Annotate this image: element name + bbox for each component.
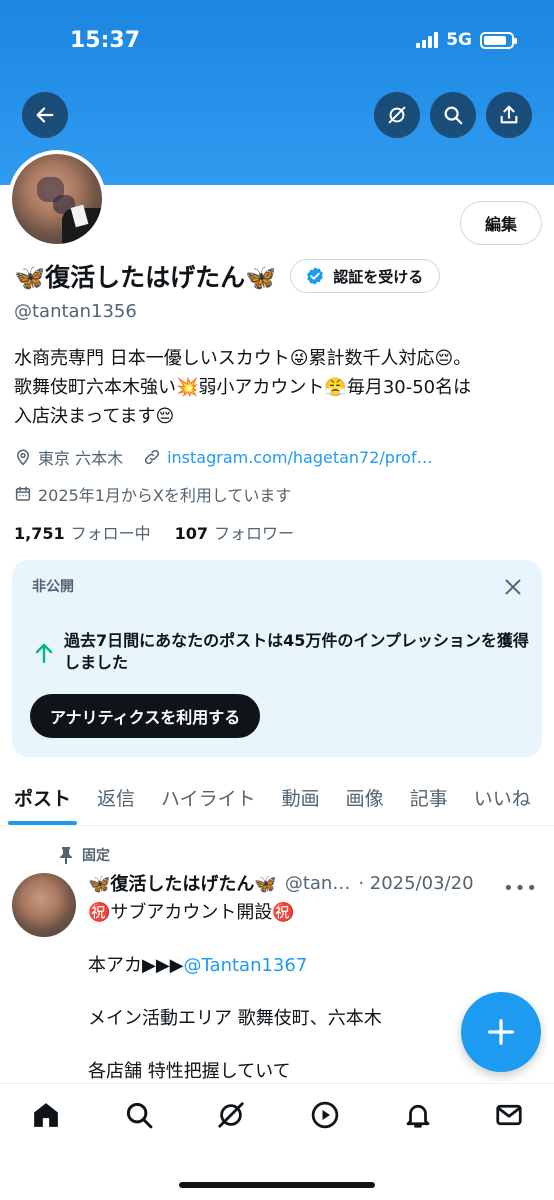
grok-icon[interactable] — [216, 1100, 246, 1130]
followers-label: フォロワー — [214, 524, 295, 543]
profile-tabs: ポスト 返信 ハイライト 動画 画像 記事 いいね — [0, 770, 554, 826]
link-icon — [145, 449, 160, 465]
follow-stats: 1,751 フォロー中 107 フォロワー — [14, 520, 294, 544]
bio-line: 水商売専門 日本一優しいスカウト😜累計数千人対応😔。 — [14, 348, 472, 369]
profile-handle: @tantan1356 — [14, 301, 137, 322]
arrow-left-icon — [36, 107, 54, 123]
following-label: フォロー中 — [70, 524, 151, 543]
grok-icon — [388, 106, 406, 124]
bottom-navigation — [0, 1083, 554, 1200]
verified-badge-icon — [307, 267, 324, 285]
arrow-up-icon — [35, 643, 53, 664]
followers-count: 107 — [174, 524, 209, 543]
name-row: 🦋復活したはげたん🦋 認証を受ける — [14, 258, 441, 294]
post-line: ㊗️サブアカウント開設㊗️ — [88, 902, 295, 923]
compose-post-button[interactable] — [461, 992, 541, 1072]
followers-link[interactable]: 107 フォロワー — [175, 520, 294, 544]
profile-bio: 水商売専門 日本一優しいスカウト😜累計数千人対応😔。 歌舞伎町六本木強い💥弱小ア… — [14, 344, 544, 431]
video-icon[interactable] — [310, 1100, 340, 1130]
pin-icon — [60, 847, 72, 864]
post-author-handle[interactable]: @tan… — [285, 873, 351, 894]
profile-website-link[interactable]: instagram.com/hagetan72/prof… — [167, 448, 433, 467]
post-author-name[interactable]: 🦋復活したはげたん🦋 — [88, 870, 277, 896]
bio-line: 入店決まってます😔 — [14, 406, 175, 427]
analytics-button[interactable]: アナリティクスを利用する — [30, 694, 261, 738]
post-date[interactable]: · 2025/03/20 — [358, 873, 473, 894]
tab-highlights[interactable]: ハイライト — [161, 770, 256, 825]
home-icon[interactable] — [31, 1100, 61, 1130]
profile-meta-row: 東京 六本木 instagram.com/hagetan72/prof… — [14, 445, 433, 469]
get-verified-button[interactable]: 認証を受ける — [290, 259, 441, 293]
tab-articles[interactable]: 記事 — [410, 770, 448, 825]
get-verified-label: 認証を受ける — [333, 267, 424, 286]
post-mention-link[interactable]: @Tantan1367 — [184, 955, 308, 976]
more-options-icon[interactable]: ••• — [503, 878, 538, 899]
tab-likes[interactable]: いいね — [474, 770, 531, 825]
home-indicator — [179, 1182, 375, 1188]
back-button[interactable] — [22, 92, 68, 138]
pinned-indicator: 固定 — [58, 845, 110, 865]
joined-row: 2025年1月からXを利用しています — [14, 482, 291, 506]
status-icons: 5G — [416, 30, 517, 50]
post-line: 本アカ▶▶▶@Tantan1367 — [88, 951, 508, 981]
close-icon[interactable] — [502, 576, 524, 598]
status-time: 15:37 — [70, 28, 141, 53]
share-button[interactable] — [486, 92, 532, 138]
signal-icon — [416, 32, 439, 48]
private-label: 非公開 — [32, 579, 74, 595]
post-text: 本アカ▶▶▶ — [88, 955, 184, 976]
tab-images[interactable]: 画像 — [346, 770, 384, 825]
post-line: メイン活動エリア 歌舞伎町、六本木 — [88, 1008, 382, 1029]
tab-posts[interactable]: ポスト — [7, 770, 78, 825]
post-body[interactable]: ㊗️サブアカウント開設㊗️ 本アカ▶▶▶@Tantan1367 メイン活動エリア… — [88, 898, 508, 1110]
bio-line: 歌舞伎町六本木強い💥弱小アカウント😤毎月30-50名は — [14, 377, 472, 398]
search-icon — [444, 106, 463, 125]
edit-profile-button[interactable]: 編集 — [460, 201, 542, 245]
post-header: 🦋復活したはげたん🦋 @tan… · 2025/03/20 — [88, 870, 474, 896]
search-button[interactable] — [430, 92, 476, 138]
plus-icon — [488, 1019, 514, 1045]
avatar-image — [12, 154, 102, 244]
following-count: 1,751 — [14, 524, 65, 543]
search-icon[interactable] — [124, 1100, 154, 1130]
pinned-label: 固定 — [82, 848, 110, 864]
grok-button[interactable] — [374, 92, 420, 138]
profile-avatar[interactable] — [8, 150, 106, 248]
location-icon — [16, 449, 30, 466]
messages-icon[interactable] — [494, 1100, 524, 1130]
notifications-icon[interactable] — [403, 1100, 433, 1130]
display-name: 🦋復活したはげたん🦋 — [14, 263, 277, 292]
post-avatar[interactable] — [12, 873, 76, 937]
analytics-card: 非公開 過去7日間にあなたのポストは45万件のインプレッションを獲得しました ア… — [12, 560, 542, 757]
network-label: 5G — [446, 30, 472, 50]
joined-date: 2025年1月からXを利用しています — [38, 486, 292, 505]
battery-icon — [480, 31, 517, 49]
share-icon — [500, 105, 518, 124]
impressions-text: 過去7日間にあなたのポストは45万件のインプレッションを獲得しました — [64, 631, 529, 672]
following-link[interactable]: 1,751 フォロー中 — [14, 520, 151, 544]
calendar-icon — [15, 486, 31, 501]
tab-videos[interactable]: 動画 — [282, 770, 320, 825]
tab-replies[interactable]: 返信 — [97, 770, 135, 825]
profile-location: 東京 六本木 — [38, 449, 124, 468]
